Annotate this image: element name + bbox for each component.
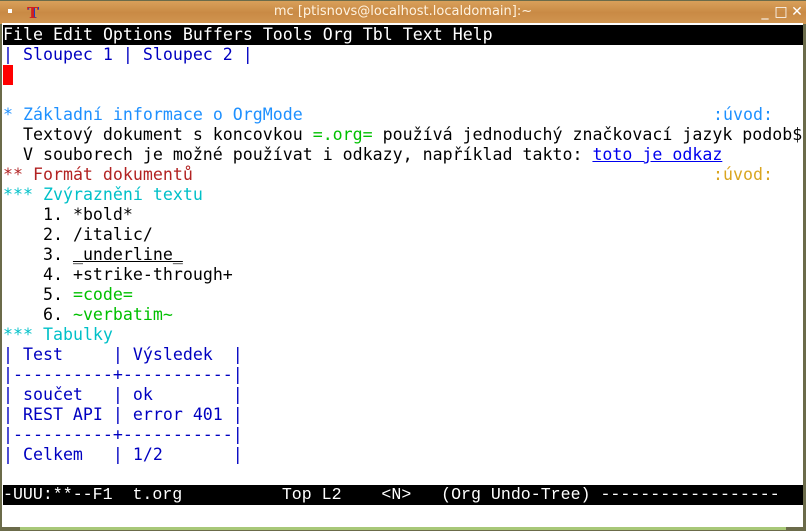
paragraph-text: V souborech je možné používat i odkazy, … [3, 145, 593, 164]
list-text: +strike-through+ [72, 265, 233, 284]
table-row: | Celkem | 1/2 | [3, 445, 243, 464]
window-bottom-border[interactable] [20, 527, 786, 530]
menu-tbl[interactable]: Tbl [363, 25, 393, 44]
heading-stars: *** [3, 325, 33, 344]
menu-bar: File Edit Options Buffers Tools Org Tbl … [3, 25, 803, 45]
menu-buffers[interactable]: Buffers [183, 25, 253, 44]
heading-tag: :úvod: [713, 105, 773, 124]
menu-help[interactable]: Help [453, 25, 493, 44]
window-titlebar[interactable]: T mc [ptisnovs@localhost.localdomain]:~ … [0, 0, 806, 24]
heading-stars: *** [3, 185, 33, 204]
list-number: 1. [42, 205, 63, 224]
paragraph-line: Textový dokument s koncovkou =.org= použ… [3, 125, 802, 145]
menu-text[interactable]: Text [403, 25, 443, 44]
list-number: 2. [42, 225, 63, 244]
close-icon[interactable]: ✕ [790, 5, 804, 19]
menu-edit[interactable]: Edit [53, 25, 93, 44]
table-row: | součet | ok | [3, 385, 243, 404]
cursor-line[interactable] [3, 65, 13, 85]
mode-line: -UUU:**--F1 t.org Top L2 <N> (Org Undo-T… [3, 485, 803, 505]
table-row: | REST API | error 401 | [3, 405, 243, 424]
heading-2[interactable]: ** Formát dokumentů :úvod: [3, 165, 803, 185]
table-separator: |----------+-----------| [3, 425, 243, 444]
list-text: *bold* [72, 205, 133, 224]
list-item: 3. _underline_ [3, 245, 183, 265]
heading-tag: :úvod: [713, 165, 773, 184]
heading-title: Zvýraznění textu [42, 185, 203, 204]
heading-3[interactable]: *** Zvýraznění textu [3, 185, 203, 205]
table-row: | Test | Výsledek | [3, 345, 243, 364]
list-number: 5. [42, 285, 63, 304]
menu-options[interactable]: Options [103, 25, 173, 44]
heading-stars: * [3, 105, 13, 124]
heading-title: Základní informace o OrgMode [23, 105, 303, 124]
list-item: 5. =code= [3, 285, 133, 305]
text-cursor [3, 65, 13, 85]
menu-org[interactable]: Org [323, 25, 353, 44]
menu-tools[interactable]: Tools [263, 25, 313, 44]
table-header-line: | Sloupec 1 | Sloupec 2 | [3, 45, 253, 64]
paragraph-line: V souborech je možné používat i odkazy, … [3, 145, 722, 165]
org-link[interactable]: toto je odkaz [592, 145, 722, 164]
list-text: ~verbatim~ [72, 305, 173, 324]
paragraph-text: používá jednoduchý značkovací jazyk podo… [372, 125, 803, 144]
list-text: =code= [72, 285, 133, 304]
heading-1[interactable]: * Základní informace o OrgMode :úvod: [3, 105, 803, 125]
heading-stars: ** [3, 165, 23, 184]
list-item: 6. ~verbatim~ [3, 305, 173, 325]
inline-code: =.org= [312, 125, 373, 144]
list-number: 3. [42, 245, 63, 264]
list-text: /italic/ [72, 225, 153, 244]
list-item: 1. *bold* [3, 205, 133, 225]
terminal-area[interactable]: File Edit Options Buffers Tools Org Tbl … [2, 23, 803, 527]
menu-file[interactable]: File [3, 25, 43, 44]
maximize-icon[interactable]: □ [774, 5, 788, 19]
list-number: 4. [42, 265, 63, 284]
heading-title: Formát dokumentů [32, 165, 193, 184]
minimize-icon[interactable]: _ [758, 5, 772, 19]
list-item: 2. /italic/ [3, 225, 153, 245]
heading-3[interactable]: *** Tabulky [3, 325, 113, 345]
list-number: 6. [42, 305, 63, 324]
table-separator: |----------+-----------| [3, 365, 243, 384]
list-item: 4. +strike-through+ [3, 265, 233, 285]
paragraph-text: Textový dokument s koncovkou [3, 125, 313, 144]
window-title: mc [ptisnovs@localhost.localdomain]:~ [273, 4, 533, 19]
list-text: _underline_ [72, 245, 183, 264]
heading-title: Tabulky [42, 325, 113, 344]
